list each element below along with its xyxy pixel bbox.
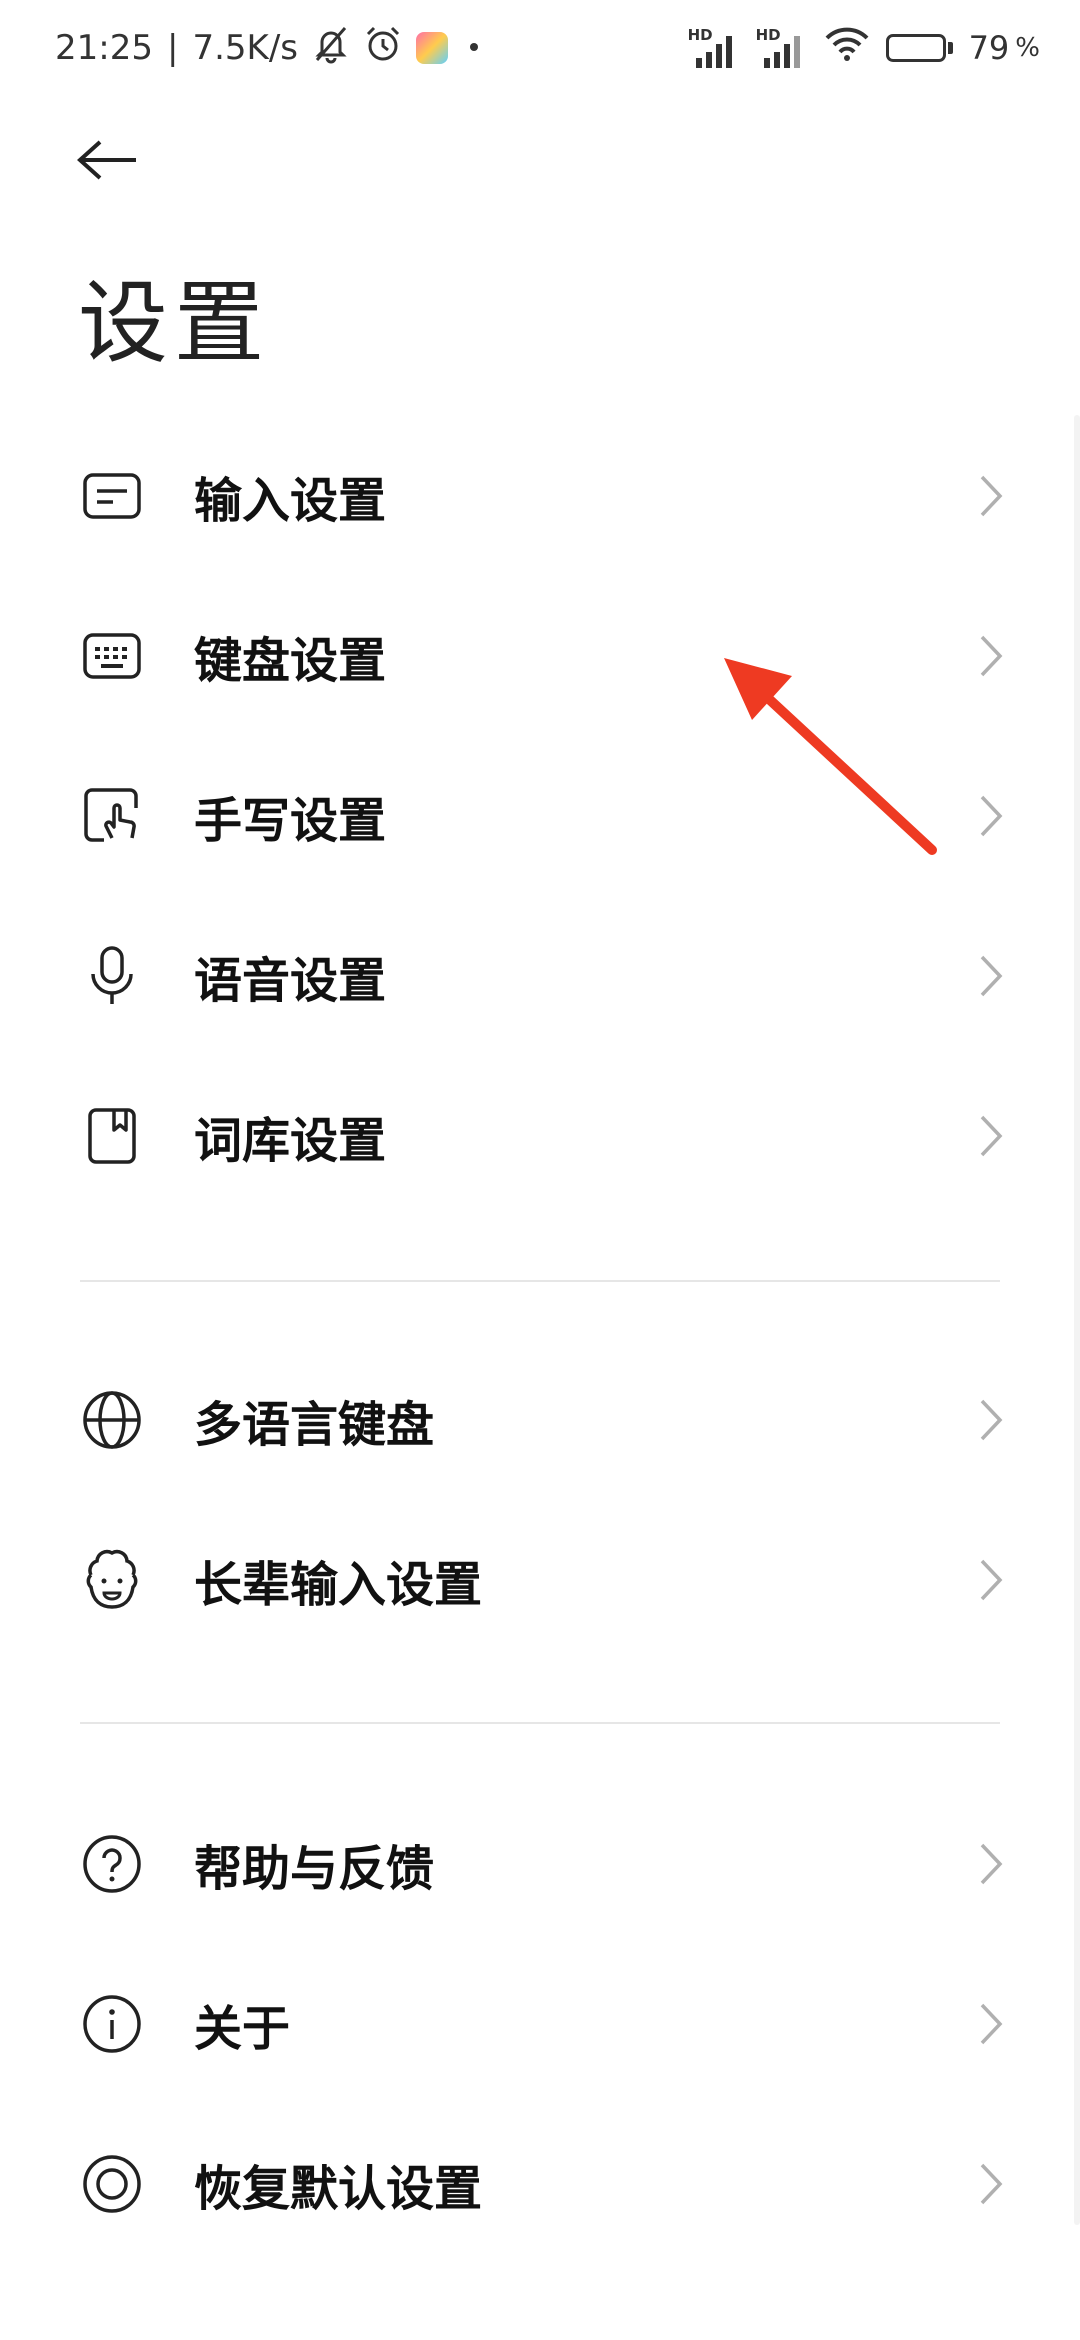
menu-item-label: 词库设置 bbox=[194, 1113, 387, 1169]
chevron-right-icon bbox=[980, 1115, 1003, 1157]
info-circle-icon bbox=[80, 1992, 144, 2056]
menu-item-dictionary-settings[interactable]: 词库设置 bbox=[0, 1056, 1080, 1216]
menu-item-label: 输入设置 bbox=[194, 473, 387, 529]
chevron-right-icon bbox=[980, 2003, 1003, 2045]
menu-item-voice-settings[interactable]: 语音设置 bbox=[0, 896, 1080, 1056]
battery-icon bbox=[885, 34, 953, 62]
battery-percent-sign: % bbox=[1015, 33, 1040, 63]
menu-item-input-settings[interactable]: 输入设置 bbox=[0, 416, 1080, 576]
chevron-right-icon bbox=[980, 2163, 1003, 2205]
dot-icon bbox=[462, 28, 486, 68]
menu-item-label: 恢复默认设置 bbox=[194, 2161, 483, 2217]
menu-item-label: 长辈输入设置 bbox=[194, 1557, 483, 1613]
menu-item-label: 键盘设置 bbox=[194, 633, 387, 689]
section-divider bbox=[80, 1280, 1000, 1282]
scrollbar[interactable] bbox=[1074, 415, 1080, 2225]
signal-icon: HD bbox=[756, 26, 808, 70]
menu-item-label: 语音设置 bbox=[194, 953, 387, 1009]
page-title: 设置 bbox=[78, 271, 270, 376]
alarm-icon bbox=[364, 24, 402, 73]
status-separator: | bbox=[166, 28, 179, 68]
wifi-icon bbox=[824, 24, 870, 72]
status-time: 21:25 bbox=[55, 28, 153, 68]
menu-item-label: 关于 bbox=[194, 2001, 291, 2057]
chevron-right-icon bbox=[980, 635, 1003, 677]
input-settings-icon bbox=[80, 464, 144, 528]
elder-face-icon bbox=[80, 1548, 144, 1612]
chevron-right-icon bbox=[980, 1843, 1003, 1885]
chevron-right-icon bbox=[980, 1559, 1003, 1601]
menu-item-elder-input-settings[interactable]: 长辈输入设置 bbox=[0, 1500, 1080, 1660]
status-right: HD HD 79 % bbox=[688, 24, 1040, 72]
menu-item-multilingual-keyboard[interactable]: 多语言键盘 bbox=[0, 1340, 1080, 1500]
bell-off-icon bbox=[312, 24, 350, 73]
menu-item-label: 多语言键盘 bbox=[194, 1397, 435, 1453]
signal-icon: HD bbox=[688, 26, 740, 70]
chevron-right-icon bbox=[980, 475, 1003, 517]
menu-item-keyboard-settings[interactable]: 键盘设置 bbox=[0, 576, 1080, 736]
chevron-right-icon bbox=[980, 1399, 1003, 1441]
battery-percent: 79 bbox=[968, 29, 1010, 67]
section-divider bbox=[80, 1722, 1000, 1724]
arrow-left-icon bbox=[77, 140, 136, 180]
chevron-right-icon bbox=[980, 795, 1003, 837]
keyboard-icon bbox=[80, 624, 144, 688]
menu-item-restore-defaults[interactable]: 恢复默认设置 bbox=[0, 2104, 1080, 2264]
handwriting-icon bbox=[80, 784, 144, 848]
help-circle-icon bbox=[80, 1832, 144, 1896]
status-left: 21:25 | 7.5K/s bbox=[55, 24, 486, 72]
dictionary-icon bbox=[80, 1104, 144, 1168]
menu-item-handwriting-settings[interactable]: 手写设置 bbox=[0, 736, 1080, 896]
menu-item-about[interactable]: 关于 bbox=[0, 1944, 1080, 2104]
menu-item-label: 帮助与反馈 bbox=[194, 1841, 435, 1897]
chevron-right-icon bbox=[980, 955, 1003, 997]
menu-item-help-feedback[interactable]: 帮助与反馈 bbox=[0, 1784, 1080, 1944]
app-notification-icon bbox=[416, 32, 448, 64]
status-net-speed: 7.5K/s bbox=[192, 28, 298, 68]
back-button[interactable] bbox=[68, 120, 148, 200]
status-bar: 21:25 | 7.5K/s HD HD 79 % bbox=[0, 0, 1080, 96]
microphone-icon bbox=[80, 944, 144, 1008]
menu-item-label: 手写设置 bbox=[194, 793, 387, 849]
globe-icon bbox=[80, 1388, 144, 1452]
restore-circle-icon bbox=[80, 2152, 144, 2216]
